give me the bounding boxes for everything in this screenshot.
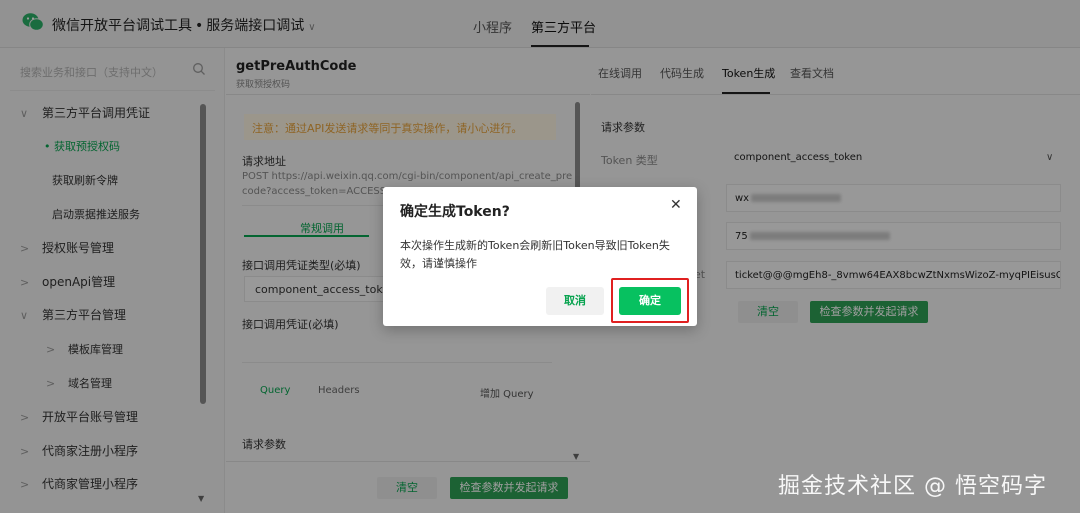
close-icon[interactable]: ✕ — [670, 197, 682, 213]
watermark: 掘金技术社区 @ 悟空码字 — [778, 474, 1047, 499]
cancel-button[interactable]: 取消 — [546, 287, 604, 315]
dialog-message: 本次操作生成新的Token会刷新旧Token导致旧Token失效，请谨慎操作 — [400, 239, 670, 270]
dialog-title: 确定生成Token? — [400, 204, 510, 220]
highlight-box — [611, 278, 689, 323]
